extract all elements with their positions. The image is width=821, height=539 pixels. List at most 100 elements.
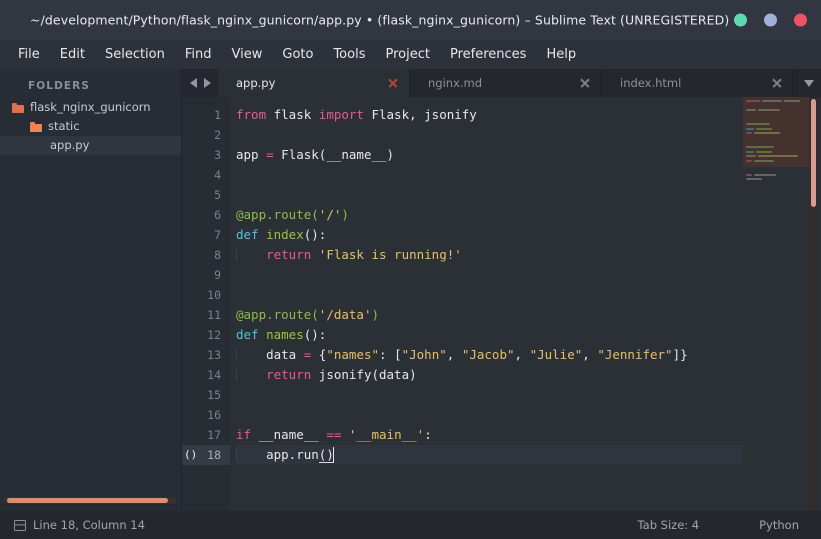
code-token: : [424,427,432,442]
line-number-value: 2 [214,128,221,142]
line-number-value: 6 [214,208,221,222]
tab-prev-arrow-icon[interactable] [189,78,197,88]
title-bar: ~/development/Python/flask_nginx_gunicor… [0,0,821,40]
minimap-line [746,114,808,117]
code-token: return [266,367,312,382]
line-number-value: 1 [214,108,221,122]
maximize-button[interactable] [764,13,777,27]
menu-item-selection[interactable]: Selection [95,44,175,65]
window-title: ~/development/Python/flask_nginx_gunicor… [30,12,730,28]
minimap-segment [746,173,752,176]
line-number-value: 16 [207,408,221,422]
code-token: import [318,107,364,122]
tab-next-arrow-icon[interactable] [203,78,211,88]
close-button[interactable] [794,13,807,27]
sidebar-hscrollbar[interactable] [7,498,168,503]
tab-nginx-md[interactable]: nginx.md [410,69,602,97]
tab-list-dropdown[interactable] [797,69,821,97]
code-token: app [236,147,267,162]
layout-panel-icon[interactable] [14,519,26,531]
tab-close-icon[interactable] [770,77,783,90]
code-line: @app.route('/data') [236,305,743,325]
code-token: '/' [318,207,342,222]
code-editor[interactable]: from flask import Flask, jsonify app = Fl… [230,97,743,511]
code-token: (): [303,227,327,242]
minimap-line [746,178,808,181]
line-number-value: 17 [207,428,221,442]
code-token: (): [303,327,327,342]
code-line: return jsonify(data) [236,365,743,385]
menu-bar: File Edit Selection Find View Goto Tools Projec… [0,40,821,69]
line-number-value: 5 [214,188,221,202]
code-token: "Jacob" [461,347,515,362]
minimap[interactable] [743,97,821,511]
minimap-line [746,159,808,163]
tab-close-icon[interactable] [578,77,591,90]
minimap-scrollbar[interactable] [811,99,816,207]
code-token: Flask(__name__) [273,147,395,162]
tab-size-indicator[interactable]: Tab Size: 4 [638,518,700,532]
code-token: def [236,227,259,242]
code-token: data [266,347,304,362]
code-token: "Julie" [529,347,583,362]
code-token: names [266,327,304,342]
minimap-segment [784,100,800,102]
code-token: __name__ [251,427,327,442]
line-number-value: 3 [214,148,221,162]
minimap-line [746,100,808,103]
line-number: 3 [182,145,230,165]
tab-close-icon[interactable] [386,77,399,90]
sublime-text-window: ~/development/Python/flask_nginx_gunicor… [0,0,821,539]
line-number: 7 [182,225,230,245]
folders-header: FOLDERS [28,80,91,92]
menu-item-view[interactable]: View [222,44,273,65]
minimap-line [746,150,808,154]
minimap-segment [762,100,782,102]
sidebar-item-static[interactable]: static [0,117,181,136]
code-area: 1 2 3 4 5 6 7 8 9 10 11 12 13 14 15 16 17() 18 from flask… [182,97,821,511]
minimap-line [746,127,808,131]
window-controls [734,13,807,27]
tab-label: index.html [620,76,682,90]
line-number: 5 [182,185,230,205]
tab-app-py[interactable]: app.py [218,69,410,97]
minimize-button[interactable] [734,13,747,27]
code-token: { [311,347,327,362]
tab-label: app.py [236,76,276,90]
line-number-value: 15 [207,388,221,402]
code-token: "names" [326,347,380,362]
code-token: = [266,147,274,162]
sidebar-item-app-py[interactable]: app.py [0,136,181,155]
line-number: 14 [182,365,230,385]
syntax-indicator[interactable]: Python [759,518,799,532]
editor-pane: app.py nginx.md index.html 1 2 3 4 5 6 7 8 9 10 11 12… [182,69,821,511]
chevron-down-icon [804,79,814,87]
line-number: 1 [182,105,230,125]
menu-item-project[interactable]: Project [375,44,439,65]
minimap-segment [746,145,774,148]
code-token: flask [266,107,319,122]
sidebar-item-flask-nginx-gunicorn[interactable]: flask_nginx_gunicorn [0,98,181,117]
menu-item-file[interactable]: File [8,44,50,65]
code-token: () [318,447,334,463]
minimap-line [746,122,808,126]
line-number: 10 [182,285,230,305]
menu-item-edit[interactable]: Edit [50,44,95,65]
tab-index-html[interactable]: index.html [602,69,794,97]
bracket-match-marker: () [184,448,198,461]
menu-item-preferences[interactable]: Preferences [440,44,536,65]
menu-item-find[interactable]: Find [175,44,222,65]
menu-item-goto[interactable]: Goto [272,44,323,65]
menu-item-tools[interactable]: Tools [323,44,375,65]
code-token: @app.route( [236,207,319,222]
line-number-value: 9 [214,268,221,282]
minimap-line [746,155,808,158]
minimap-line [746,173,808,177]
minimap-segment [746,155,756,158]
menu-item-help[interactable]: Help [536,44,586,65]
minimap-segment [754,173,776,176]
indent-guide [236,448,237,461]
